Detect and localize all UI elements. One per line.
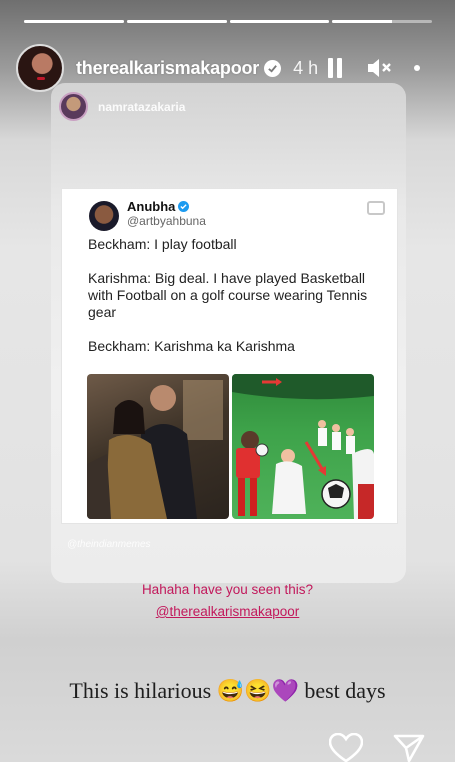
pause-icon[interactable]: [326, 57, 344, 79]
photo-basketball-scene: [232, 374, 374, 519]
story-actions: [328, 732, 425, 762]
photo-beckham-karisma: [87, 374, 229, 519]
mute-icon[interactable]: [366, 57, 392, 79]
tweet-line: Karishma: Big deal. I have played Basket…: [88, 270, 368, 320]
meme-watermark: @theindianmemes: [67, 539, 151, 550]
tweet-header: Anubha @artbyahbuna: [89, 199, 206, 231]
reshared-post-header: namratazakaria: [59, 92, 185, 121]
tweet-photos: [87, 374, 374, 519]
tweet-line: Beckham: Karishma ka Karishma: [88, 338, 295, 354]
tweet-author-handle: @artbyahbuna: [127, 214, 206, 228]
caption-text: Hahaha have you seen this?: [141, 582, 314, 597]
progress-segment: [332, 20, 432, 23]
verified-badge-icon: [264, 59, 282, 77]
tweet-line: Beckham: I play football: [88, 236, 237, 252]
tweet-author-name: Anubha: [127, 199, 176, 214]
tweet-screenshot: Anubha @artbyahbuna Beckham: I play foot…: [61, 188, 398, 524]
send-icon[interactable]: [393, 733, 425, 762]
progress-segment: [24, 20, 124, 23]
reshared-avatar[interactable]: [59, 92, 88, 121]
story-progress-bar: [24, 20, 432, 23]
progress-segment: [229, 20, 330, 23]
story-time: 4 h: [293, 57, 319, 78]
caption-mention-link[interactable]: @therealkarismakapoor: [0, 601, 455, 623]
more-icon[interactable]: [414, 65, 421, 71]
tweet-verified-icon: [178, 201, 190, 212]
story-caption: Hahaha have you seen this? @therealkaris…: [0, 579, 455, 623]
reshared-username[interactable]: namratazakaria: [98, 100, 185, 114]
progress-segment: [126, 20, 227, 23]
reshared-post[interactable]: namratazakaria Anubha @artbyahbuna Beckh…: [51, 83, 406, 583]
story-username[interactable]: therealkarismakapoor: [76, 58, 259, 79]
tweet-text: Beckham: I play football Karishma: Big d…: [88, 236, 388, 372]
tweet-avatar: [89, 201, 119, 231]
heart-icon[interactable]: [328, 732, 364, 762]
story-text: This is hilarious 😅😆💜 best days: [69, 678, 386, 703]
tweet-more-icon: [367, 201, 385, 215]
